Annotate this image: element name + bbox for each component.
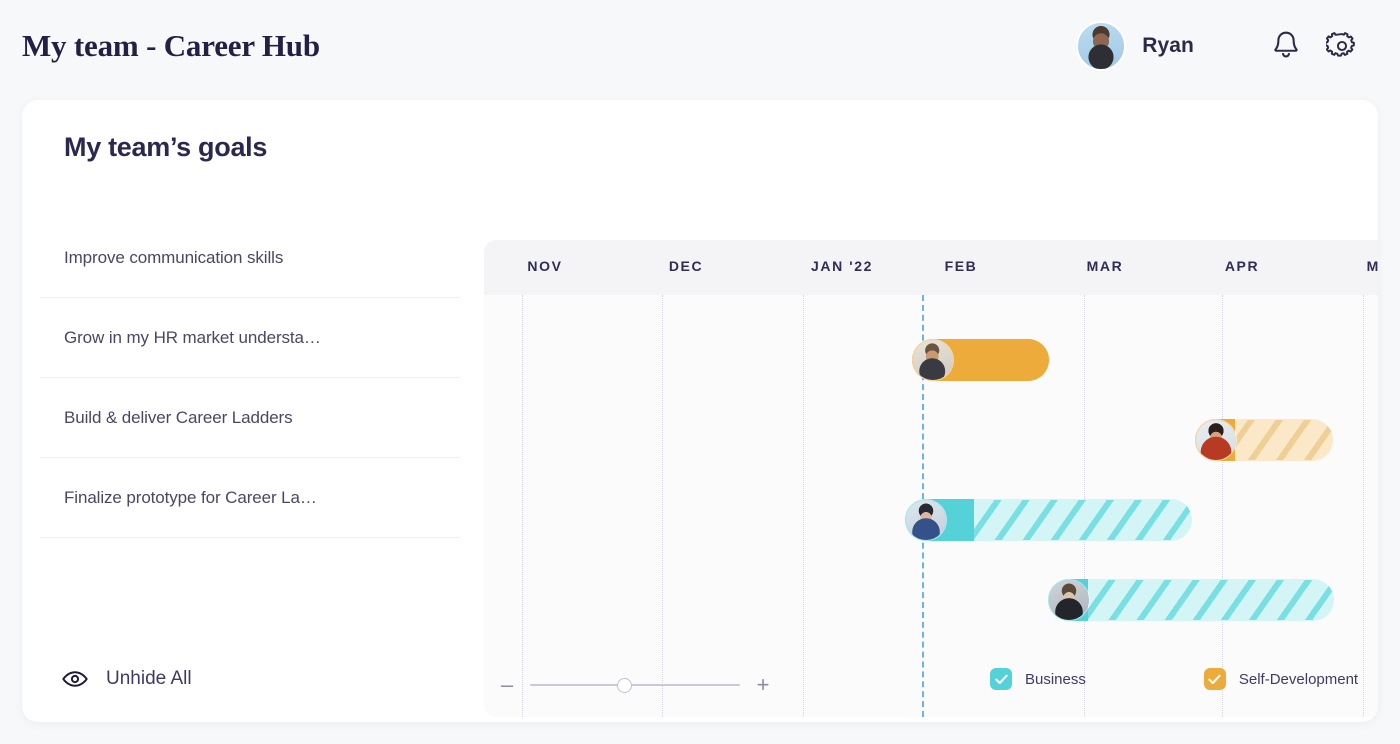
goals-panel: My team’s goals Improve communication sk… <box>22 100 462 722</box>
gantt-bar[interactable] <box>912 339 1049 381</box>
assignee-avatar[interactable] <box>1196 420 1236 460</box>
app-header: My team - Career Hub Ryan <box>0 0 1400 92</box>
gantt-timeline: NOV DEC JAN '22 FEB MAR APR MAY <box>484 240 1378 717</box>
goal-label: Build & deliver Career Ladders <box>64 408 293 428</box>
grid-line <box>522 295 523 717</box>
user-name: Ryan <box>1142 34 1194 58</box>
settings-button[interactable] <box>1314 18 1370 74</box>
notifications-button[interactable] <box>1258 18 1314 74</box>
gantt-bar[interactable] <box>905 499 1192 541</box>
month-label: APR <box>1225 258 1259 274</box>
grid-line <box>662 295 663 717</box>
grid-line <box>1222 295 1223 717</box>
grid-line <box>803 295 804 717</box>
month-label: JAN '22 <box>811 258 873 274</box>
checkbox-self-development[interactable] <box>1204 668 1226 690</box>
assignee-avatar[interactable] <box>913 340 953 380</box>
legend-label: Self-Development <box>1239 671 1358 688</box>
assignee-avatar[interactable] <box>1049 580 1089 620</box>
notification-bell-icon <box>1271 30 1301 62</box>
list-item[interactable]: Improve communication skills <box>40 218 460 298</box>
slider-track[interactable] <box>530 684 740 686</box>
unhide-all-button[interactable]: Unhide All <box>62 668 192 690</box>
timeline-body[interactable] <box>484 295 1378 717</box>
settings-gear-icon <box>1326 30 1358 62</box>
month-label: NOV <box>527 258 562 274</box>
list-item[interactable]: Build & deliver Career Ladders <box>40 378 460 458</box>
assignee-avatar[interactable] <box>906 500 946 540</box>
gantt-bar-track <box>1048 579 1334 621</box>
eye-icon <box>62 670 88 688</box>
legend-item-business[interactable]: Business <box>990 668 1086 690</box>
goal-label: Improve communication skills <box>64 248 283 268</box>
zoom-slider[interactable]: – + <box>500 668 770 702</box>
user-menu[interactable]: Ryan <box>1076 21 1258 71</box>
month-label: MAY <box>1367 258 1378 274</box>
page-title: My team - Career Hub <box>22 28 320 64</box>
slider-thumb[interactable] <box>617 678 632 693</box>
gantt-bar[interactable] <box>1048 579 1334 621</box>
legend-item-self-development[interactable]: Self-Development <box>1204 668 1358 690</box>
timeline-month-header: NOV DEC JAN '22 FEB MAR APR MAY <box>484 240 1378 295</box>
check-icon <box>995 674 1008 685</box>
month-label: DEC <box>669 258 703 274</box>
month-label: MAR <box>1087 258 1124 274</box>
goal-label: Grow in my HR market understa… <box>64 328 321 348</box>
goal-label: Finalize prototype for Career La… <box>64 488 317 508</box>
goals-heading: My team’s goals <box>64 132 267 163</box>
legend: Business Self-Development <box>990 668 1358 690</box>
unhide-all-label: Unhide All <box>106 668 192 690</box>
list-item[interactable]: Finalize prototype for Career La… <box>40 458 460 538</box>
gantt-bar[interactable] <box>1195 419 1333 461</box>
header-actions: Ryan <box>1076 18 1370 74</box>
zoom-out-button[interactable]: – <box>500 674 514 696</box>
legend-label: Business <box>1025 671 1086 688</box>
list-item[interactable]: Grow in my HR market understa… <box>40 298 460 378</box>
avatar[interactable] <box>1076 21 1126 71</box>
zoom-in-button[interactable]: + <box>756 674 770 696</box>
main-card: My team’s goals Improve communication sk… <box>22 100 1378 722</box>
month-label: FEB <box>945 258 978 274</box>
checkbox-business[interactable] <box>990 668 1012 690</box>
check-icon <box>1208 674 1221 685</box>
grid-line <box>1363 295 1364 717</box>
goals-list: Improve communication skills Grow in my … <box>40 218 460 538</box>
